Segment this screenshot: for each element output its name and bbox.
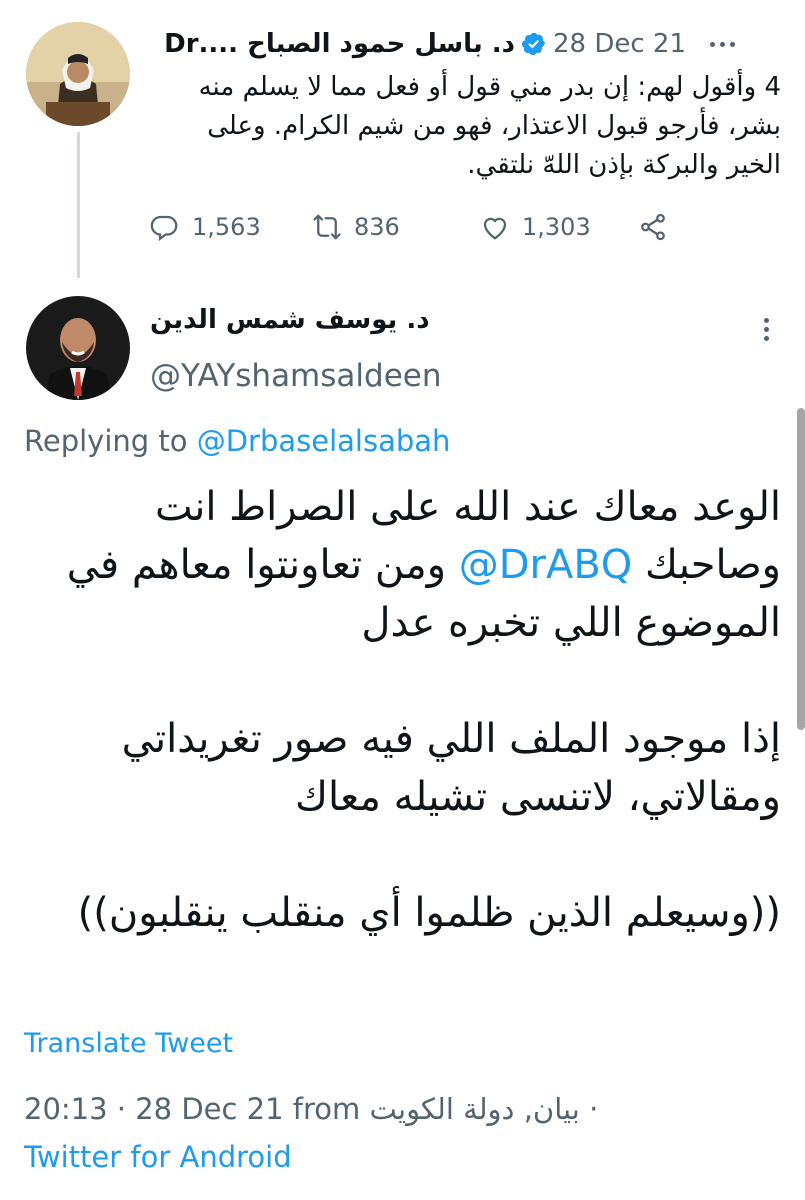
retweet-icon	[313, 214, 341, 240]
parent-avatar[interactable]	[26, 22, 130, 126]
thread-line	[77, 132, 80, 278]
reply-tweet-text: الوعد معاك عند الله على الصراط انت وصاحب…	[24, 478, 781, 942]
parent-tweet-actions: 1,563 836 1,303	[150, 212, 745, 258]
meta-separator: ·	[589, 1092, 599, 1126]
more-icon[interactable]	[764, 318, 769, 341]
reply-count: 1,563	[192, 213, 261, 241]
tweet-client[interactable]: Twitter for Android	[24, 1140, 292, 1174]
reply-author-handle[interactable]: @YAYshamsaldeen	[150, 358, 442, 394]
retweet-button[interactable]: 836	[312, 212, 400, 242]
reply-icon	[150, 215, 178, 242]
reply-author-name[interactable]: د. يوسف شمس الدين	[150, 305, 430, 335]
verified-icon	[521, 32, 546, 56]
like-count: 1,303	[522, 213, 591, 241]
retweet-count: 836	[354, 213, 400, 241]
parent-tweet-text: 4 وأقول لهم: إن بدر مني قول أو فعل مما ل…	[198, 72, 781, 180]
more-icon[interactable]	[710, 41, 735, 47]
reply-text-part2: ومن تعاونتوا معاهم في الموضوع اللي تخبره…	[66, 542, 781, 936]
mention-link[interactable]: @DrABQ	[459, 542, 633, 588]
like-icon	[483, 217, 507, 240]
parent-tweet-header: 28 Dec 21 د. باسل حمود الصباح ....Dr	[164, 26, 735, 62]
replying-prefix: Replying to	[24, 424, 188, 458]
tweet-meta: 20:13 · 28 Dec 21 from بيان, دولة الكويت…	[24, 1092, 598, 1126]
replying-to-link[interactable]: @Drbaselalsabah	[197, 424, 451, 458]
tweet-location[interactable]: بيان, دولة الكويت	[370, 1092, 580, 1126]
translate-tweet-link[interactable]: Translate Tweet	[24, 1028, 233, 1059]
reply-avatar[interactable]	[26, 296, 130, 400]
share-icon	[641, 213, 665, 241]
scrollbar[interactable]	[797, 408, 805, 730]
share-button[interactable]	[638, 212, 668, 242]
parent-author-name[interactable]: د. باسل حمود الصباح ....Dr	[164, 29, 515, 59]
replying-to: Replying to @Drbaselalsabah	[24, 424, 450, 458]
tweet-timestamp[interactable]: 20:13 · 28 Dec 21 from	[24, 1092, 360, 1126]
like-button[interactable]: 1,303	[480, 212, 591, 242]
parent-tweet-date[interactable]: 28 Dec 21	[553, 29, 686, 59]
reply-button[interactable]: 1,563	[150, 212, 261, 242]
